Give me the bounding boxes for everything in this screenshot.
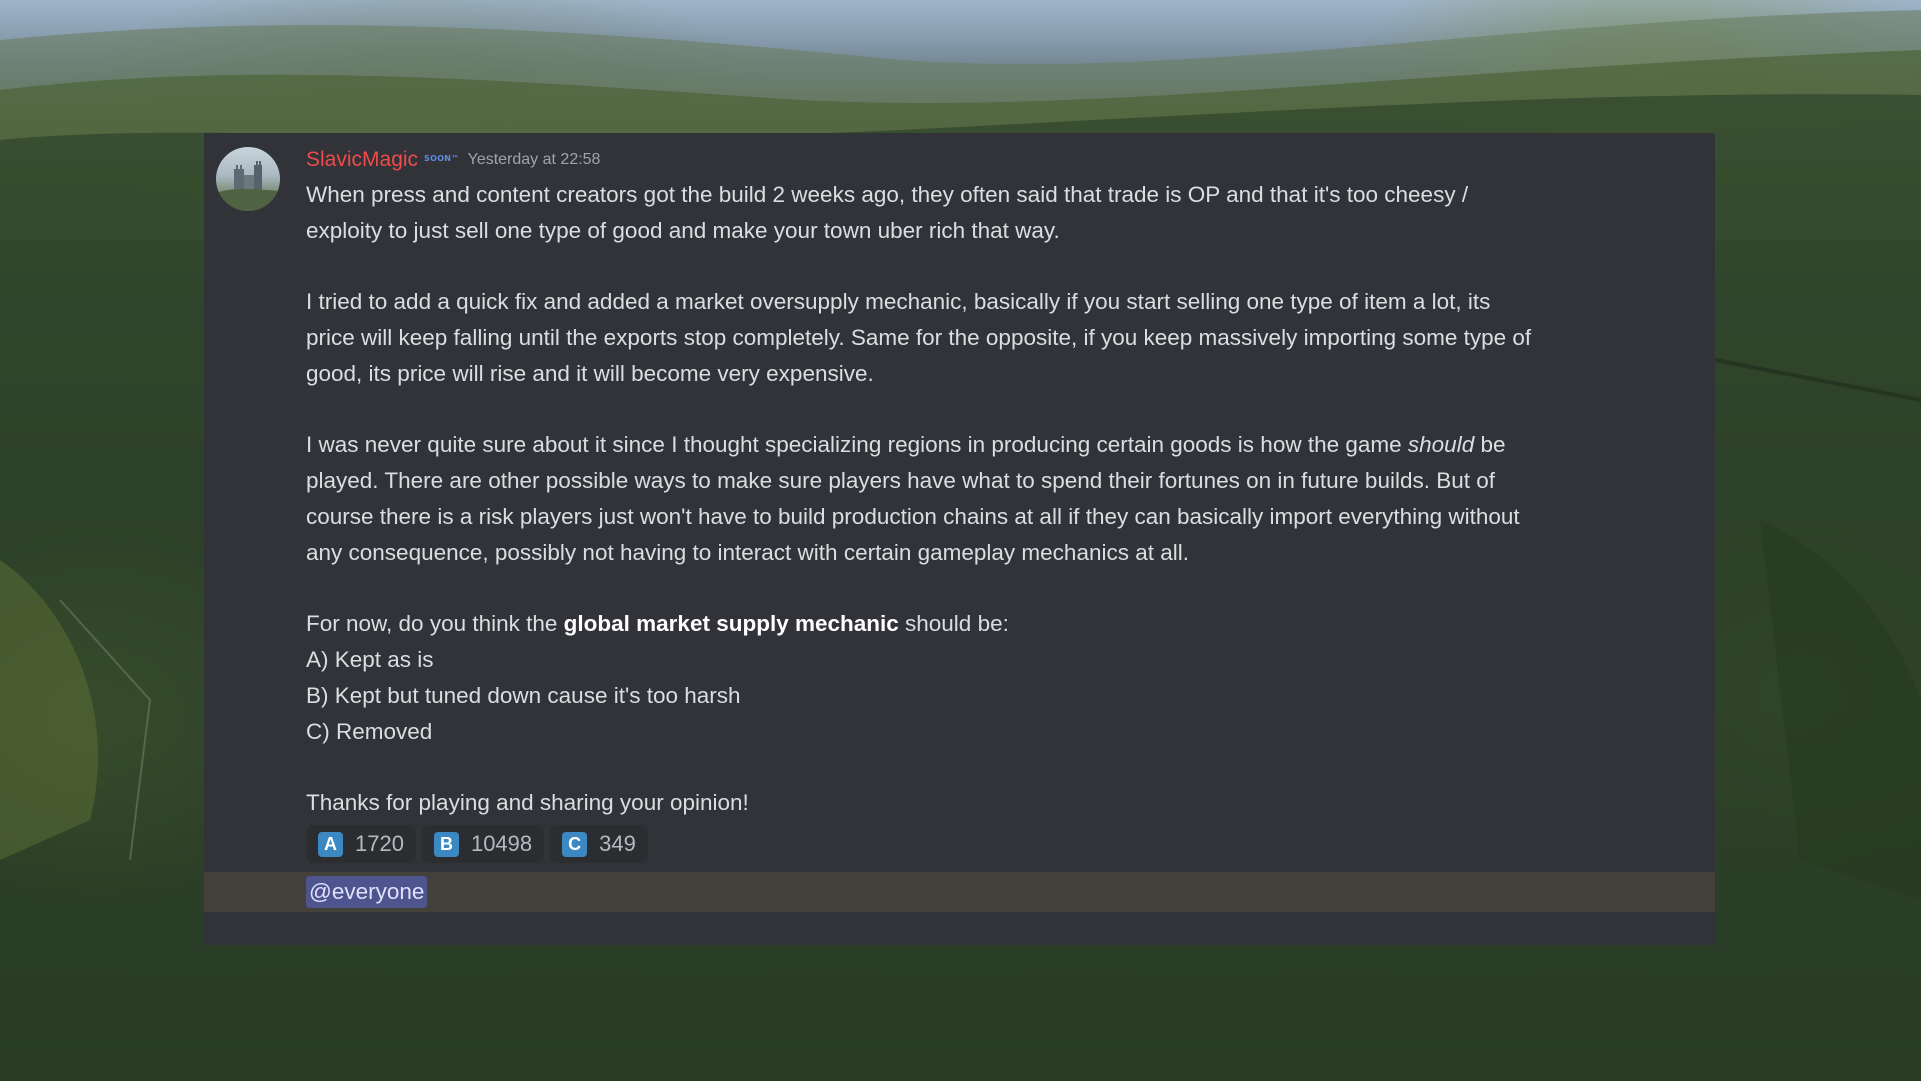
text-line: price will keep falling until the export… [306, 325, 1532, 350]
text-line: any consequence, possibly not having to … [306, 540, 1189, 565]
text-line: I tried to add a quick fix and added a m… [306, 289, 1491, 314]
soon-badge: SOON™ [424, 153, 460, 163]
message-body: When press and content creators got the … [306, 177, 1686, 821]
bold-text: global market supply mechanic [563, 611, 899, 636]
text-segment: be [1474, 432, 1506, 457]
text-line: course there is a risk players just won'… [306, 504, 1520, 529]
reactions-bar: A 1720 B 10498 C 349 [306, 825, 1686, 863]
username[interactable]: SlavicMagic [306, 148, 418, 172]
reaction-b-button[interactable]: B 10498 [421, 825, 545, 863]
closing-line: Thanks for playing and sharing your opin… [306, 790, 749, 815]
text-line: played. There are other possible ways to… [306, 468, 1496, 493]
text-segment: I was never quite sure about it since I … [306, 432, 1408, 457]
text-line: I was never quite sure about it since I … [306, 427, 1686, 463]
reaction-a-button[interactable]: A 1720 [306, 825, 416, 863]
mention-highlight-row: @everyone [204, 872, 1715, 912]
castle-avatar-icon [216, 161, 280, 211]
game-landscape-background: SlavicMagic SOON™ Yesterday at 22:58 Whe… [0, 0, 1921, 1081]
text-segment: For now, do you think the [306, 611, 564, 636]
regional-indicator-a-icon: A [318, 831, 343, 857]
option-c: C) Removed [306, 719, 433, 744]
timestamp[interactable]: Yesterday at 22:58 [468, 151, 601, 169]
italic-text: should [1407, 432, 1475, 457]
discord-message-panel: SlavicMagic SOON™ Yesterday at 22:58 Whe… [204, 133, 1715, 945]
question-line: For now, do you think the global market … [306, 606, 1686, 642]
text-line: good, its price will rise and it will be… [306, 361, 874, 386]
everyone-mention[interactable]: @everyone [306, 876, 428, 908]
reaction-c-button[interactable]: C 349 [550, 825, 648, 863]
reaction-count: 349 [599, 831, 636, 856]
user-avatar[interactable] [216, 147, 280, 211]
option-b: B) Kept but tuned down cause it's too ha… [306, 683, 741, 708]
text-line: exploity to just sell one type of good a… [306, 218, 1060, 243]
option-a: A) Kept as is [306, 647, 434, 672]
regional-indicator-c-icon: C [562, 831, 588, 857]
reaction-count: 10498 [470, 831, 533, 856]
text-line: When press and content creators got the … [306, 182, 1469, 207]
regional-indicator-b-icon: B [433, 831, 459, 857]
message-header: SlavicMagic SOON™ Yesterday at 22:58 [306, 145, 1686, 175]
text-segment: should be: [898, 611, 1009, 636]
message-content: SlavicMagic SOON™ Yesterday at 22:58 Whe… [306, 145, 1686, 863]
reaction-count: 1720 [355, 831, 404, 856]
